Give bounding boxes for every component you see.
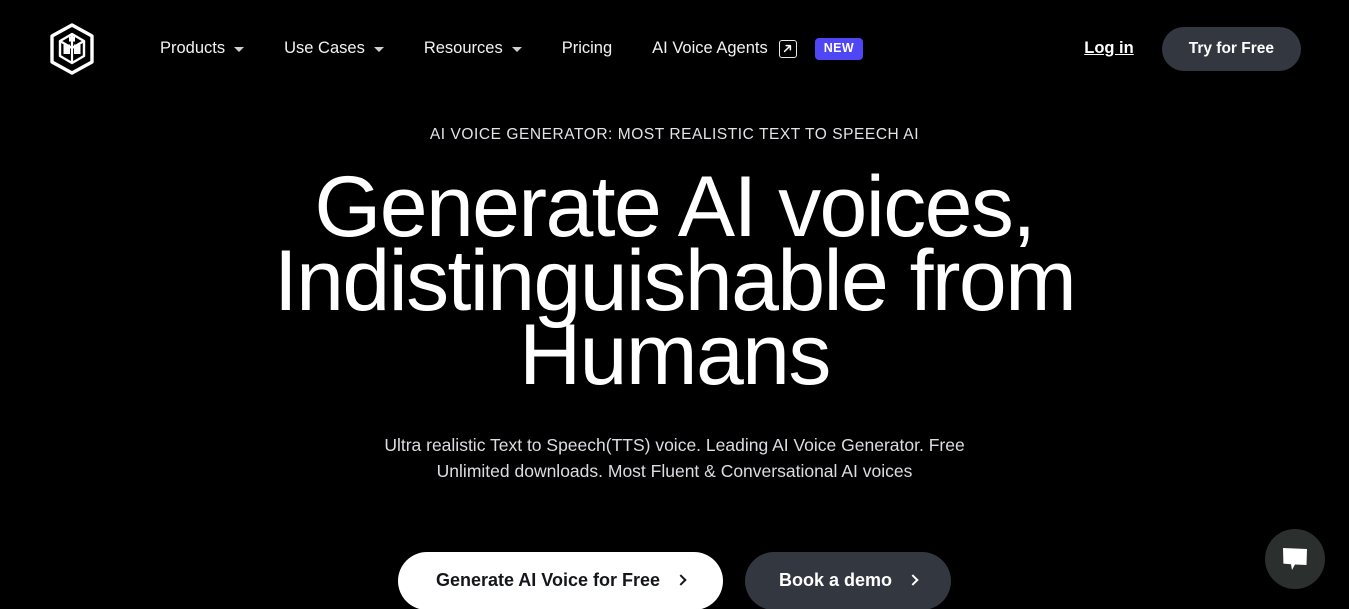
book-a-demo-label: Book a demo bbox=[779, 570, 893, 590]
page-title: Generate AI voices, Indistinguishable fr… bbox=[265, 164, 1085, 398]
nav-item-label: Resources bbox=[423, 39, 503, 58]
header-actions: Log in Try for Free bbox=[1084, 26, 1301, 71]
chevron-down-icon bbox=[234, 47, 245, 52]
generate-ai-voice-button[interactable]: Generate AI Voice for Free bbox=[397, 551, 724, 609]
nav-item-pricing[interactable]: Pricing bbox=[542, 40, 632, 57]
login-link[interactable]: Log in bbox=[1084, 39, 1133, 58]
hero-section: AI VOICE GENERATOR: MOST REALISTIC TEXT … bbox=[0, 97, 1349, 609]
subheading-line-2: Unlimited downloads. Most Fluent & Conve… bbox=[436, 460, 913, 481]
chat-bubble-icon bbox=[1283, 548, 1307, 570]
nav-item-label: Pricing bbox=[561, 39, 613, 58]
try-for-free-button[interactable]: Try for Free bbox=[1161, 26, 1301, 71]
hero-cta-group: Generate AI Voice for Free Book a demo bbox=[0, 551, 1349, 609]
headline-line-3: Humans bbox=[519, 306, 831, 403]
hero-eyebrow: AI VOICE GENERATOR: MOST REALISTIC TEXT … bbox=[429, 126, 920, 143]
external-link-icon bbox=[778, 39, 797, 58]
nav-item-label: Products bbox=[160, 39, 226, 58]
nav-item-use-cases[interactable]: Use Cases bbox=[264, 40, 404, 57]
site-header: Products Use Cases Resources Pricing AI … bbox=[0, 0, 1349, 97]
generate-ai-voice-label: Generate AI Voice for Free bbox=[435, 570, 661, 590]
chevron-down-icon bbox=[373, 47, 384, 52]
hero-subheading: Ultra realistic Text to Speech(TTS) voic… bbox=[330, 432, 1020, 484]
nav-item-resources[interactable]: Resources bbox=[404, 40, 542, 57]
chevron-down-icon bbox=[511, 47, 522, 52]
book-a-demo-button[interactable]: Book a demo bbox=[745, 551, 952, 609]
nav-item-label: AI Voice Agents bbox=[652, 39, 768, 58]
chevron-right-icon bbox=[907, 574, 919, 586]
subheading-line-1: Ultra realistic Text to Speech(TTS) voic… bbox=[384, 434, 965, 455]
status-badge-new: NEW bbox=[814, 37, 864, 60]
nav-item-label: Use Cases bbox=[284, 39, 365, 58]
nav-item-products[interactable]: Products bbox=[160, 40, 264, 57]
main-navigation: Products Use Cases Resources Pricing AI … bbox=[160, 37, 883, 60]
chat-widget-button[interactable] bbox=[1265, 529, 1325, 589]
chevron-right-icon bbox=[675, 574, 687, 586]
cube-hexagon-logo bbox=[50, 22, 94, 75]
logo-link[interactable] bbox=[48, 22, 96, 75]
nav-item-ai-voice-agents[interactable]: AI Voice Agents NEW bbox=[632, 37, 883, 60]
